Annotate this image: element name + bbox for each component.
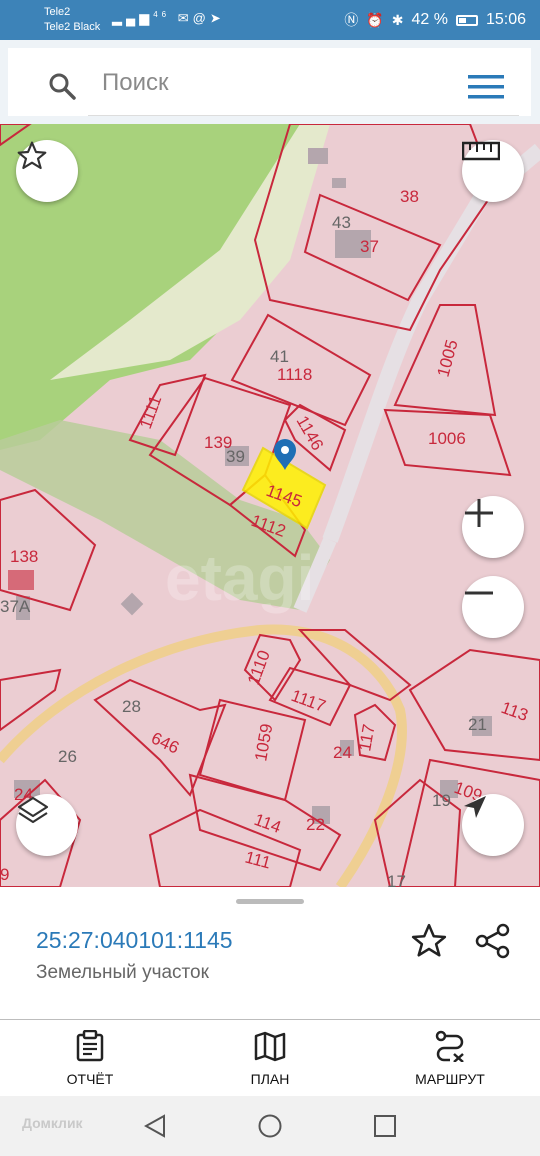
telegram-icon: ➤ [209, 10, 225, 26]
search-icon[interactable] [48, 72, 76, 100]
clock: 15:06 [485, 11, 526, 28]
parcel-label: 24 [333, 743, 352, 762]
layers-icon [17, 796, 49, 824]
signal-icon: ▂▄▆ [112, 10, 154, 26]
parcel-label: 9 [0, 865, 9, 884]
cadastral-number: 25:27:040101:1145 [36, 927, 233, 953]
bluetooth-icon: ✱ [391, 11, 404, 28]
tab-route[interactable]: МАРШРУТ [390, 1030, 510, 1087]
parcel-label: 38 [400, 187, 419, 206]
layers-button[interactable] [16, 794, 78, 856]
carrier-2: Tele2 Black [44, 21, 101, 33]
battery-percent: 42 % [411, 11, 448, 28]
menu-icon[interactable] [468, 74, 504, 100]
at-icon: @ [192, 10, 210, 26]
status-right: Ⓝ ⏰ ✱ 42 % 15:06 [344, 10, 526, 30]
home-icon[interactable] [258, 1114, 282, 1138]
divider [0, 1019, 540, 1020]
network-type: 46 [153, 10, 171, 19]
plus-icon [465, 499, 493, 527]
parcel-label: 21 [468, 715, 487, 734]
tab-route-label: МАРШРУТ [415, 1071, 485, 1087]
map-watermark: etagi [165, 542, 314, 614]
sheet-drag-handle[interactable] [236, 899, 304, 904]
cadastral-map[interactable]: etagi 38 43 37 1005 41 1118 1111 139 39 1146 1006 1… [0, 124, 540, 887]
alarm-icon: ⏰ [366, 11, 384, 28]
back-icon[interactable] [144, 1114, 166, 1138]
mail-icon: ✉ [177, 10, 193, 26]
ruler-icon [462, 141, 500, 161]
parcel-label: 17 [387, 872, 406, 887]
search-input[interactable] [100, 68, 524, 98]
tab-report-label: ОТЧЁТ [66, 1071, 114, 1087]
app-watermark: Домклик [22, 1115, 83, 1131]
parcel-label: 1006 [428, 429, 466, 448]
tab-plan-label: ПЛАН [250, 1071, 290, 1087]
ruler-button[interactable] [462, 140, 524, 202]
parcel-label: 26 [58, 747, 77, 766]
parcel-label: 39 [226, 447, 245, 466]
notification-icons: ▂▄▆46 ✉@➤ [112, 10, 225, 26]
parcel-label: 43 [332, 213, 351, 232]
favorite-map-button[interactable] [16, 140, 78, 202]
nfc-icon: Ⓝ [344, 12, 359, 28]
search-bar [8, 48, 531, 116]
parcel-label: 37 [360, 237, 379, 256]
parcel-label: 19 [432, 791, 451, 810]
minus-icon [465, 591, 493, 595]
parcel-label: 1118 [277, 365, 312, 384]
zoom-out-button[interactable] [462, 576, 524, 638]
route-icon [435, 1030, 464, 1063]
parcel-label: 28 [122, 697, 141, 716]
star-icon [17, 141, 47, 170]
tab-report[interactable]: ОТЧЁТ [30, 1029, 150, 1087]
parcel-type: Земельный участок [36, 962, 209, 983]
zoom-in-button[interactable] [462, 496, 524, 558]
navigation-arrow-icon [464, 796, 486, 818]
parcel-label: 41 [270, 347, 289, 366]
favorite-star-icon[interactable] [410, 922, 448, 960]
map-canvas[interactable]: etagi 38433710054111181111139391146 10061… [0, 124, 540, 887]
parcel-label: 138 [10, 547, 38, 566]
search-bar-container [0, 40, 540, 124]
parcel-label: 37А [0, 597, 31, 616]
carrier-1: Tele2 [44, 6, 71, 18]
status-bar: Tele2 Tele2 Black ▂▄▆46 ✉@➤ Ⓝ ⏰ ✱ 42 % 1… [0, 0, 540, 40]
parcel-label: 22 [306, 815, 325, 834]
clipboard-icon [76, 1029, 104, 1062]
battery-icon [455, 14, 478, 26]
search-underline [88, 115, 519, 116]
map-plan-icon [254, 1031, 286, 1062]
tab-plan[interactable]: ПЛАН [210, 1030, 330, 1087]
my-location-button[interactable] [462, 794, 524, 856]
carrier-info: Tele2 Tele2 Black [44, 5, 100, 35]
share-icon[interactable] [474, 922, 512, 960]
recents-icon[interactable] [374, 1115, 396, 1137]
